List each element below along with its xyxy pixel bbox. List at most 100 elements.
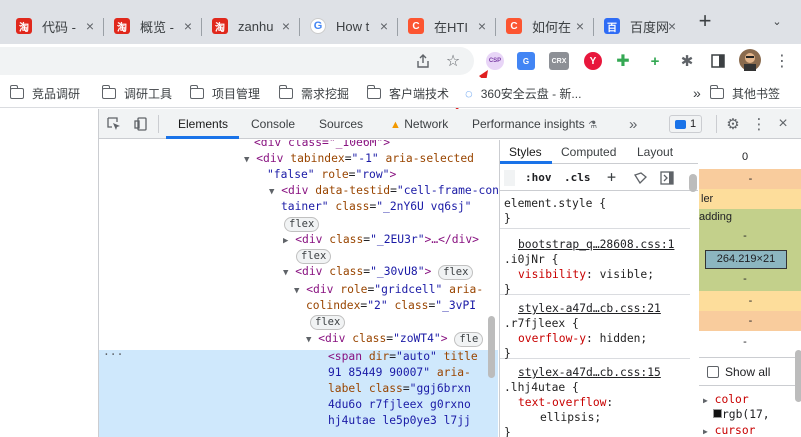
rule-source-link[interactable]: bootstrap_q…28608.css:1 — [504, 237, 690, 252]
tab-layout[interactable]: Layout — [637, 140, 673, 164]
expand-triangle-icon[interactable]: ▼ — [244, 155, 249, 165]
close-devtools-icon[interactable]: × — [774, 115, 792, 133]
dom-node-cont: 4du6o r7fjleex g0rxno — [328, 398, 471, 411]
folder-icon — [279, 85, 293, 99]
bookmark-folder[interactable]: 项目管理 — [190, 85, 260, 102]
computed-property[interactable]: ▶ color — [703, 392, 749, 408]
bookmark-folder[interactable]: 需求挖掘 — [279, 85, 349, 102]
bookmark-folder-other[interactable]: 其他书签 — [710, 85, 780, 102]
computed-property[interactable]: ▶ cursor — [703, 423, 755, 437]
issues-badge[interactable]: 1 — [669, 115, 703, 133]
tab-elements[interactable]: Elements — [178, 109, 228, 139]
flex-badge[interactable]: flex — [310, 314, 346, 330]
margin-top-value[interactable]: 0 — [699, 146, 791, 168]
scrollbar[interactable] — [795, 350, 801, 402]
expand-triangle-icon[interactable]: ▼ — [294, 286, 299, 296]
menu-icon[interactable]: ⋮ — [773, 52, 791, 70]
element-style-rule[interactable]: element.style { } — [500, 196, 690, 229]
close-icon[interactable]: × — [576, 18, 584, 34]
cls-toggle[interactable]: .cls — [564, 171, 591, 184]
new-tab-button[interactable]: + — [694, 10, 716, 33]
avatar[interactable] — [739, 49, 761, 71]
checkbox-icon[interactable] — [707, 366, 719, 378]
close-icon[interactable]: × — [478, 18, 486, 34]
dom-node[interactable]: ▼ <div class="_30vU8"> flex — [283, 264, 474, 280]
dom-node[interactable]: ▼ <div data-testid="cell-frame-con — [269, 183, 498, 199]
dom-node[interactable]: <div class="_10e6M"> — [254, 140, 390, 151]
rule-source-link[interactable]: stylex-a47d…cb.css:21 — [504, 301, 690, 316]
sidepanel-icon[interactable] — [709, 52, 727, 70]
browser-tab[interactable]: G How t × — [300, 8, 398, 44]
close-icon[interactable]: × — [184, 18, 192, 34]
dom-tree: <div class="_10e6M"> ▼ <div tabindex="-1… — [99, 140, 498, 437]
tab-network[interactable]: ▲ Network — [390, 109, 448, 139]
tab-performance-insights[interactable]: Performance insights ⚗ — [472, 109, 597, 139]
rule-source-link[interactable]: stylex-a47d…cb.css:15 — [504, 365, 690, 380]
bookmark-folder[interactable]: 调研工具 — [102, 85, 172, 102]
margin-bottom-value[interactable]: - — [699, 332, 791, 352]
active-tab-indicator — [166, 136, 239, 139]
translate-icon[interactable]: G — [517, 52, 535, 70]
expand-triangle-icon[interactable]: ▶ — [703, 396, 708, 405]
more-tabs-icon[interactable]: » — [629, 109, 637, 139]
tab-sources[interactable]: Sources — [319, 109, 363, 139]
bookmark-link[interactable]: ◌ 360安全云盘 - 新... — [465, 85, 581, 102]
flex-badge[interactable]: flex — [296, 248, 332, 264]
add-rule-button[interactable]: + — [607, 168, 616, 186]
computed-sidebar-icon[interactable] — [660, 171, 674, 188]
browser-tab[interactable]: 百 百度网 × — [594, 8, 686, 44]
dom-node[interactable]: ▼ <div class="zoWT4"> fle — [306, 331, 484, 347]
tab-console[interactable]: Console — [251, 109, 295, 139]
scrollbar[interactable] — [689, 174, 697, 192]
hov-toggle[interactable]: :hov — [525, 171, 552, 184]
paint-icon[interactable] — [634, 172, 647, 187]
kebab-menu-icon[interactable]: ⋮ — [750, 115, 768, 133]
puzzle-green-icon[interactable]: ✚ — [614, 52, 632, 70]
extensions-icon[interactable]: ✱ — [678, 52, 696, 70]
expand-triangle-icon[interactable]: ▶ — [703, 427, 708, 436]
dom-node-selected[interactable]: <span dir="auto" title — [328, 349, 478, 365]
tab-computed[interactable]: Computed — [561, 140, 616, 164]
close-icon[interactable]: × — [86, 18, 94, 34]
extension-y-icon[interactable]: Y — [584, 52, 602, 70]
flex-badge[interactable]: flex — [284, 216, 320, 232]
scrollbar[interactable] — [488, 316, 495, 378]
browser-tab[interactable]: 淘 概览 - × — [104, 8, 202, 44]
close-icon[interactable]: × — [380, 18, 388, 34]
address-bar[interactable]: ☆ — [0, 47, 474, 75]
browser-tab[interactable]: C 在HTI × — [398, 8, 496, 44]
chevron-down-icon[interactable]: ⌄ — [768, 15, 786, 29]
dom-node[interactable]: ▶ <div class="_2EU3r">…</div> — [283, 232, 479, 248]
dom-node[interactable]: ▼ <div role="gridcell" aria- — [294, 282, 483, 298]
bookmark-folder[interactable]: 竞品调研 — [10, 85, 80, 102]
crx-extension-icon[interactable]: CRX — [549, 52, 569, 70]
expand-triangle-icon[interactable]: ▼ — [269, 187, 274, 197]
browser-tab[interactable]: C 如何在 × — [496, 8, 594, 44]
expand-triangle-icon[interactable]: ▼ — [283, 268, 288, 278]
close-icon[interactable]: × — [282, 18, 290, 34]
padding-box: adding - 264.219×21 - — [699, 209, 801, 291]
css-rule[interactable]: bootstrap_q…28608.css:1 .i0jNr { visibil… — [500, 237, 690, 296]
expand-triangle-icon[interactable]: ▼ — [306, 335, 311, 345]
content-box[interactable]: 264.219×21 — [705, 250, 787, 269]
browser-tab[interactable]: 淘 代码 - × — [6, 8, 104, 44]
settings-gear-icon[interactable]: ⚙ — [724, 115, 742, 133]
node-actions-icon[interactable]: ··· — [103, 347, 123, 363]
show-all-checkbox[interactable]: Show all — [707, 365, 770, 379]
message-icon — [675, 119, 686, 129]
css-rule[interactable]: stylex-a47d…cb.css:21 .r7fjleex { overfl… — [500, 301, 690, 360]
bookmarks-overflow-icon[interactable]: » — [693, 85, 701, 101]
browser-tab[interactable]: 淘 zanhu × — [202, 8, 300, 44]
device-toolbar-icon[interactable] — [132, 115, 150, 133]
dom-node-cont: hj4utae le5p0ye3 l7jj — [328, 414, 471, 427]
css-rule[interactable]: stylex-a47d…cb.css:15 .lhj4utae { text-o… — [500, 365, 690, 437]
add-extension-icon[interactable]: + — [646, 52, 664, 70]
dom-node[interactable]: ▼ <div tabindex="-1" aria-selected — [244, 151, 474, 167]
color-swatch[interactable] — [713, 409, 722, 418]
close-icon[interactable]: × — [668, 18, 676, 34]
inspect-element-icon[interactable] — [105, 115, 123, 133]
collapse-triangle-icon[interactable]: ▶ — [283, 236, 288, 246]
share-icon[interactable] — [414, 52, 432, 70]
bookmark-folder[interactable]: 客户端技术 — [367, 85, 449, 102]
filter-input[interactable] — [504, 170, 515, 186]
